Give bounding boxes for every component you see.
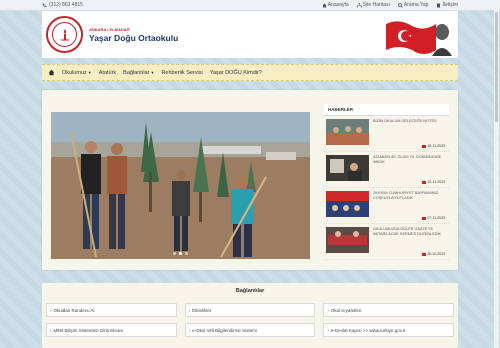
calendar-icon	[422, 216, 427, 220]
link-label: e-Devlet Kapısı >> www.turkiye.gov.tr	[330, 327, 406, 333]
nav-item-rehberlik[interactable]: Rehberlik Servisi	[161, 70, 202, 76]
news-thumb	[326, 119, 369, 145]
link-etkinlikler[interactable]: › Etkinlikler	[184, 303, 316, 317]
top-link-label: İletişim	[442, 2, 458, 8]
top-link-home[interactable]: Anasayfa	[322, 2, 349, 8]
news-thumb	[326, 191, 369, 217]
links-panel: Bağlantılar › Okuldan Randevu Al › Etkinli…	[42, 283, 458, 348]
slider-dots	[51, 252, 310, 255]
top-links: Anasayfa Site Haritası Arama Yap İletişi…	[322, 2, 458, 8]
top-link-sitemap[interactable]: Site Haritası	[356, 2, 390, 8]
phone-icon	[42, 3, 47, 7]
link-e-devlet[interactable]: › e-Devlet Kapısı >> www.turkiye.gov.tr	[323, 323, 454, 337]
news-item[interactable]: OKULUMUZDA GÜLER GAZZE'YE AKTARILACAK KE…	[324, 224, 449, 260]
nav-label: Atatürk	[98, 69, 117, 76]
news-item[interactable]: BİZİM OKULUM GELECEĞE NOTES 15-11-2023	[324, 116, 449, 152]
calendar-icon	[422, 252, 427, 256]
main-content: HABERLER BİZİM OKULUM GELECEĞE NOTES 15-…	[42, 90, 458, 270]
school-location: ANKARA / ELMADAĞ	[89, 26, 130, 32]
scrollbar-thumb[interactable]	[495, 12, 498, 122]
link-label: Okul Kıyafetleri	[330, 307, 362, 313]
calendar-icon	[422, 144, 427, 148]
link-label: Etkinlikler	[192, 307, 212, 313]
news-thumb	[326, 155, 369, 181]
school-name: Yaşar Doğu Ortaokulu	[89, 32, 179, 43]
link-randevu[interactable]: › Okuldan Randevu Al	[46, 303, 177, 317]
news-title: HABERLER	[324, 104, 449, 116]
calendar-icon	[422, 180, 427, 184]
nav-label: Rehberlik Servisi	[161, 69, 203, 76]
nav-label: Okulumuz	[62, 69, 87, 76]
home-icon	[48, 69, 55, 76]
links-title: Bağlantılar	[235, 288, 265, 294]
slider-photo	[51, 112, 310, 259]
flag-ataturk-image	[384, 14, 454, 56]
page-scrollbar[interactable]	[494, 0, 499, 348]
top-link-search[interactable]: Arama Yap	[398, 2, 429, 8]
nav-item-ataturk[interactable]: Atatürk	[99, 70, 116, 76]
chevron-right-icon: ›	[188, 327, 191, 333]
nav-item-yasar-dogu[interactable]: Yaşar DOĞU Kimdir?	[210, 70, 262, 76]
top-link-contact[interactable]: İletişim	[436, 2, 458, 8]
logo-area[interactable]: ANKARA / ELMADAĞ Yaşar Doğu Ortaokulu	[46, 16, 178, 53]
nav-item-baglantilar[interactable]: Bağlantılar ▼	[123, 70, 154, 76]
chevron-right-icon: ›	[50, 307, 52, 313]
nav-label: Yaşar DOĞU Kimdir?	[209, 69, 262, 76]
meb-seal-logo	[46, 16, 83, 53]
caret-down-icon: ▼	[150, 70, 155, 75]
nav-home[interactable]	[48, 69, 55, 76]
links-grid: › Okuldan Randevu Al › Etkinlikler › Okul K…	[42, 303, 458, 337]
top-bar: (312) 863 4815 Anasayfa Site Haritası Ar…	[0, 0, 500, 11]
slider-dot[interactable]	[179, 252, 182, 255]
main-nav: Okulumuz ▼ Atatürk Bağlantılar ▼ Rehberlik…	[42, 64, 458, 81]
image-slider[interactable]	[51, 112, 310, 259]
link-e-okul[interactable]: › e-Okul Veli Bilgilendirme Sistemi	[184, 323, 316, 337]
link-label: Okuldan Randevu Al	[53, 307, 95, 313]
phone-number: (312) 863 4815	[49, 2, 83, 8]
document-icon	[437, 3, 441, 7]
link-meb-bilisim[interactable]: › MEB Bilişim Sistemleri Giriş Ekranı	[46, 323, 177, 337]
top-link-label: Site Haritası	[362, 2, 390, 8]
chevron-right-icon: ›	[50, 327, 52, 333]
top-link-label: Anasayfa	[327, 2, 349, 8]
link-label: MEB Bilişim Sistemleri Giriş Ekranı	[53, 327, 124, 333]
chevron-right-icon: ›	[188, 307, 191, 313]
news-date: 26-10-2023	[422, 252, 445, 256]
sitemap-icon	[356, 2, 362, 7]
nav-item-okulumuz[interactable]: Okulumuz ▼	[62, 70, 92, 76]
slider-dot[interactable]	[185, 252, 188, 255]
news-date: 15-11-2023	[422, 144, 445, 148]
news-item[interactable]: 29 EKİM CUMHURİYET BAYRAMIMIZ COŞKUYLA K…	[324, 188, 449, 224]
torch-emblem-icon	[60, 28, 69, 40]
phone-info: (312) 863 4815	[42, 2, 83, 8]
chevron-right-icon: ›	[327, 307, 329, 313]
news-date: 10-11-2023	[422, 180, 445, 184]
top-link-label: Arama Yap	[403, 2, 429, 8]
search-icon	[398, 2, 403, 8]
slider-dot[interactable]	[173, 252, 176, 255]
home-icon	[322, 3, 327, 7]
news-panel: HABERLER BİZİM OKULUM GELECEĞE NOTES 15-…	[324, 104, 449, 262]
news-item[interactable]: ATAMIZIN 85. ÖLÜM YIL DÖNÜMÜNDE ANDIK 10…	[324, 152, 449, 188]
news-thumb	[326, 227, 369, 253]
nav-label: Bağlantılar	[123, 69, 150, 76]
chevron-right-icon: ›	[327, 327, 329, 333]
link-label: e-Okul Veli Bilgilendirme Sistemi	[192, 327, 257, 333]
news-date: 07-11-2023	[422, 216, 445, 220]
caret-down-icon: ▼	[87, 70, 92, 75]
link-kiyafet[interactable]: › Okul Kıyafetleri	[323, 303, 454, 317]
site-header: ANKARA / ELMADAĞ Yaşar Doğu Ortaokulu	[42, 11, 458, 58]
